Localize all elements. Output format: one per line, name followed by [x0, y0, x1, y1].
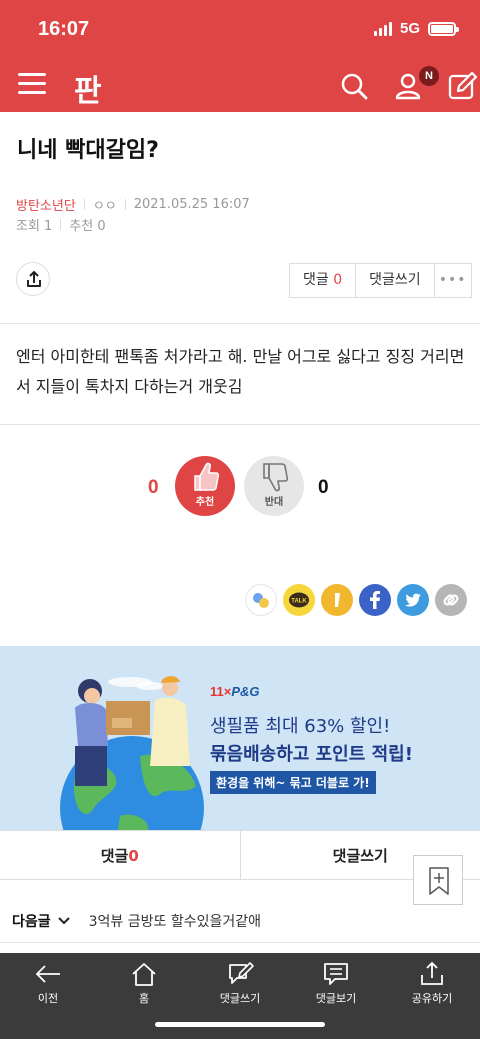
- battery-icon: [428, 21, 459, 36]
- home-indicator: [155, 1022, 325, 1027]
- post-views: 조회 1: [16, 219, 53, 234]
- nav-write-comment-label: 댓글쓰기: [219, 992, 261, 1005]
- ad-subheadline: 묶음배송하고 포인트 적립!: [210, 744, 413, 765]
- post-recommends: 추천 0: [69, 219, 106, 234]
- upload-share-icon: [27, 271, 41, 287]
- post-stats: 조회 1 추천 0: [16, 215, 106, 234]
- next-post-title[interactable]: 3억뷰 금방또 할수있을거같애: [89, 911, 261, 931]
- signal-icon: [373, 21, 392, 36]
- nav-view-comments-label: 댓글보기: [315, 992, 357, 1005]
- network-label: 5G: [399, 20, 420, 37]
- meta-divider: [83, 199, 85, 210]
- view-comments-icon: [324, 963, 348, 985]
- band-share-icon[interactable]: [245, 584, 277, 616]
- ad-banner[interactable]: 11×P&G 생필품 최대 63% 할인! 묶음배송하고 포인트 적립! 환경을…: [0, 646, 480, 830]
- kakaostory-share-icon[interactable]: [321, 584, 353, 616]
- post-meta: 방탄소년단 ㅇㅇ 2021.05.25 16:07: [16, 195, 250, 214]
- ad-tagline: 환경을 위해~ 묶고 더블로 가!: [210, 771, 376, 794]
- post-author[interactable]: 방탄소년단: [16, 195, 76, 214]
- status-indicators: 5G: [373, 20, 459, 37]
- nav-share-button[interactable]: 공유하기: [384, 953, 480, 1006]
- nav-share-label: 공유하기: [411, 992, 453, 1005]
- share-button[interactable]: [16, 262, 50, 296]
- nav-back-button[interactable]: 이전: [0, 953, 96, 1006]
- notification-badge: N: [419, 66, 439, 86]
- svg-text:TALK: TALK: [291, 599, 307, 605]
- home-icon: [132, 963, 156, 986]
- comment-label: 댓글: [303, 272, 329, 288]
- page: 16:07 5G 판 N 니네 빡대갈임? 방탄소년단 ㅇㅇ 2021.05.2…: [0, 0, 480, 1039]
- meta-divider: [124, 199, 126, 210]
- back-arrow-icon: [35, 965, 60, 983]
- nav-back-label: 이전: [37, 992, 59, 1005]
- comment-bar: 댓글0 댓글쓰기: [0, 830, 480, 880]
- twitter-share-icon[interactable]: [397, 584, 429, 616]
- meta-divider: [60, 219, 62, 230]
- copy-link-icon[interactable]: [435, 584, 467, 616]
- kakaotalk-share-icon[interactable]: TALK: [283, 584, 315, 616]
- comment-count: 0: [333, 272, 343, 288]
- ad-headline: 생필품 최대 63% 할인!: [210, 716, 391, 737]
- divider: [0, 942, 480, 943]
- app-header: 판 N: [0, 60, 480, 112]
- downvote-button[interactable]: 반대: [244, 456, 304, 516]
- ad-illustration: [60, 676, 204, 830]
- comments-tab-count: 0: [128, 847, 139, 865]
- more-options-button[interactable]: •••: [435, 264, 471, 297]
- nav-home-button[interactable]: 홈: [96, 953, 192, 1006]
- share-icon: [421, 961, 443, 985]
- post-author-extra: ㅇㅇ: [92, 199, 117, 214]
- nav-home-label: 홈: [138, 992, 150, 1005]
- post-body: 엔터 아미한테 팬톡좀 처가라고 해. 만날 어그로 싫다고 징징 거리면서 지…: [16, 347, 465, 396]
- write-comment-button[interactable]: 댓글쓰기: [356, 264, 435, 297]
- next-post-label: 다음글: [12, 914, 51, 930]
- thumbs-down-icon: [263, 463, 289, 492]
- bookmark-add-icon: [429, 867, 449, 895]
- divider: [0, 323, 480, 324]
- search-icon[interactable]: [338, 70, 370, 102]
- nav-write-comment-button[interactable]: 댓글쓰기: [192, 953, 288, 1006]
- post-title: 니네 빡대갈임?: [17, 138, 159, 163]
- upvote-button[interactable]: 추천: [175, 456, 235, 516]
- comments-tab-label: 댓글: [100, 847, 129, 865]
- next-post-row[interactable]: 다음글 3억뷰 금방또 할수있을거같애: [12, 911, 261, 931]
- logo[interactable]: 판: [74, 66, 102, 110]
- ad-brand: 11×P&G: [210, 684, 260, 699]
- post-action-buttons: 댓글 0 댓글쓰기 •••: [289, 263, 472, 298]
- edit-icon[interactable]: [446, 70, 478, 102]
- ad-brand-pg: P&G: [231, 684, 260, 699]
- post-datetime: 2021.05.25 16:07: [133, 197, 250, 212]
- divider: [0, 424, 480, 425]
- menu-icon[interactable]: [18, 73, 46, 97]
- comment-count-button[interactable]: 댓글 0: [290, 264, 357, 297]
- chevron-down-icon: [57, 917, 70, 925]
- upvote-label: 추천: [195, 497, 215, 508]
- facebook-share-icon[interactable]: [359, 584, 391, 616]
- downvote-label: 반대: [264, 497, 284, 508]
- bottom-nav: 이전 홈 댓글쓰기 댓글보기 공유하기: [0, 953, 480, 1039]
- upvote-count: 0: [148, 477, 159, 498]
- status-bar: 16:07 5G: [0, 0, 480, 60]
- write-comment-icon: [229, 962, 254, 984]
- downvote-count: 0: [318, 477, 329, 498]
- ad-brand-11st: 11: [210, 684, 224, 699]
- bookmark-button[interactable]: [413, 855, 463, 905]
- thumbs-up-icon: [194, 462, 220, 491]
- comments-tab[interactable]: 댓글0: [0, 831, 241, 879]
- status-time: 16:07: [38, 18, 90, 40]
- nav-view-comments-button[interactable]: 댓글보기: [288, 953, 384, 1006]
